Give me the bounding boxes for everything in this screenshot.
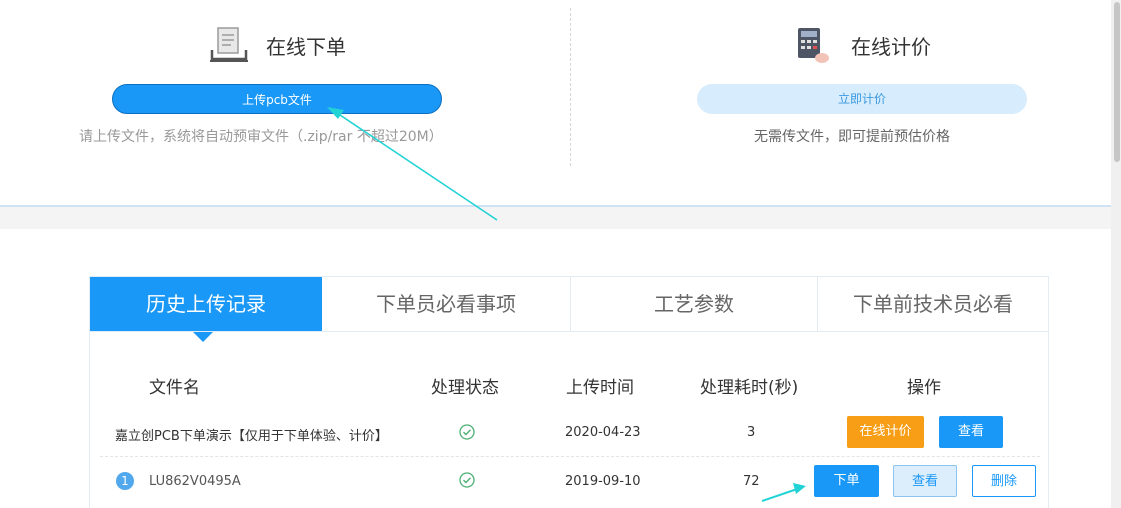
calculator-icon [798, 28, 829, 63]
delete-button[interactable]: 删除 [972, 465, 1036, 497]
tab-process-params[interactable]: 工艺参数 [571, 277, 818, 331]
tab-tech-notes[interactable]: 下单前技术员必看 [818, 277, 1048, 331]
check-circle-icon [459, 472, 475, 488]
header-filename: 文件名 [149, 378, 200, 398]
row1-upload-time: 2020-04-23 [565, 425, 641, 440]
instant-price-button[interactable]: 立即计价 [697, 84, 1027, 114]
view-button[interactable]: 查看 [939, 416, 1003, 448]
row1-duration: 3 [747, 425, 756, 440]
document-tray-icon [210, 27, 248, 62]
row2-upload-time: 2019-09-10 [565, 474, 641, 489]
scrollbar-thumb[interactable] [1114, 2, 1120, 162]
row-separator [100, 456, 1040, 457]
header-status: 处理状态 [431, 378, 499, 398]
order-button[interactable]: 下单 [814, 465, 879, 497]
check-circle-icon [459, 424, 475, 440]
header-duration: 处理耗时(秒) [700, 378, 799, 398]
tab-history[interactable]: 历史上传记录 [90, 277, 322, 331]
header-actions: 操作 [907, 378, 941, 398]
upload-hint: 请上传文件，系统将自动预审文件（.zip/rar 不超过20M） [79, 129, 443, 145]
price-section-title: 在线计价 [851, 35, 931, 59]
view-button[interactable]: 查看 [893, 465, 957, 497]
online-price-button[interactable]: 在线计价 [847, 416, 924, 448]
header-upload-time: 上传时间 [566, 378, 634, 398]
row1-filename: 嘉立创PCB下单演示【仅用于下单体验、计价】 [115, 429, 388, 444]
row2-filename: LU862V0495A [149, 474, 241, 489]
upload-pcb-button[interactable]: 上传pcb文件 [112, 84, 442, 114]
vertical-divider [570, 8, 571, 166]
tab-order-notes[interactable]: 下单员必看事项 [322, 277, 571, 331]
row-index-badge: 1 [116, 472, 134, 490]
order-section-title: 在线下单 [266, 35, 346, 59]
active-tab-caret [193, 332, 213, 342]
row2-duration: 72 [743, 474, 760, 489]
section-gap [0, 207, 1111, 229]
tab-bar: 历史上传记录 下单员必看事项 工艺参数 下单前技术员必看 [90, 277, 1048, 332]
price-hint: 无需传文件，即可提前预估价格 [754, 129, 950, 145]
